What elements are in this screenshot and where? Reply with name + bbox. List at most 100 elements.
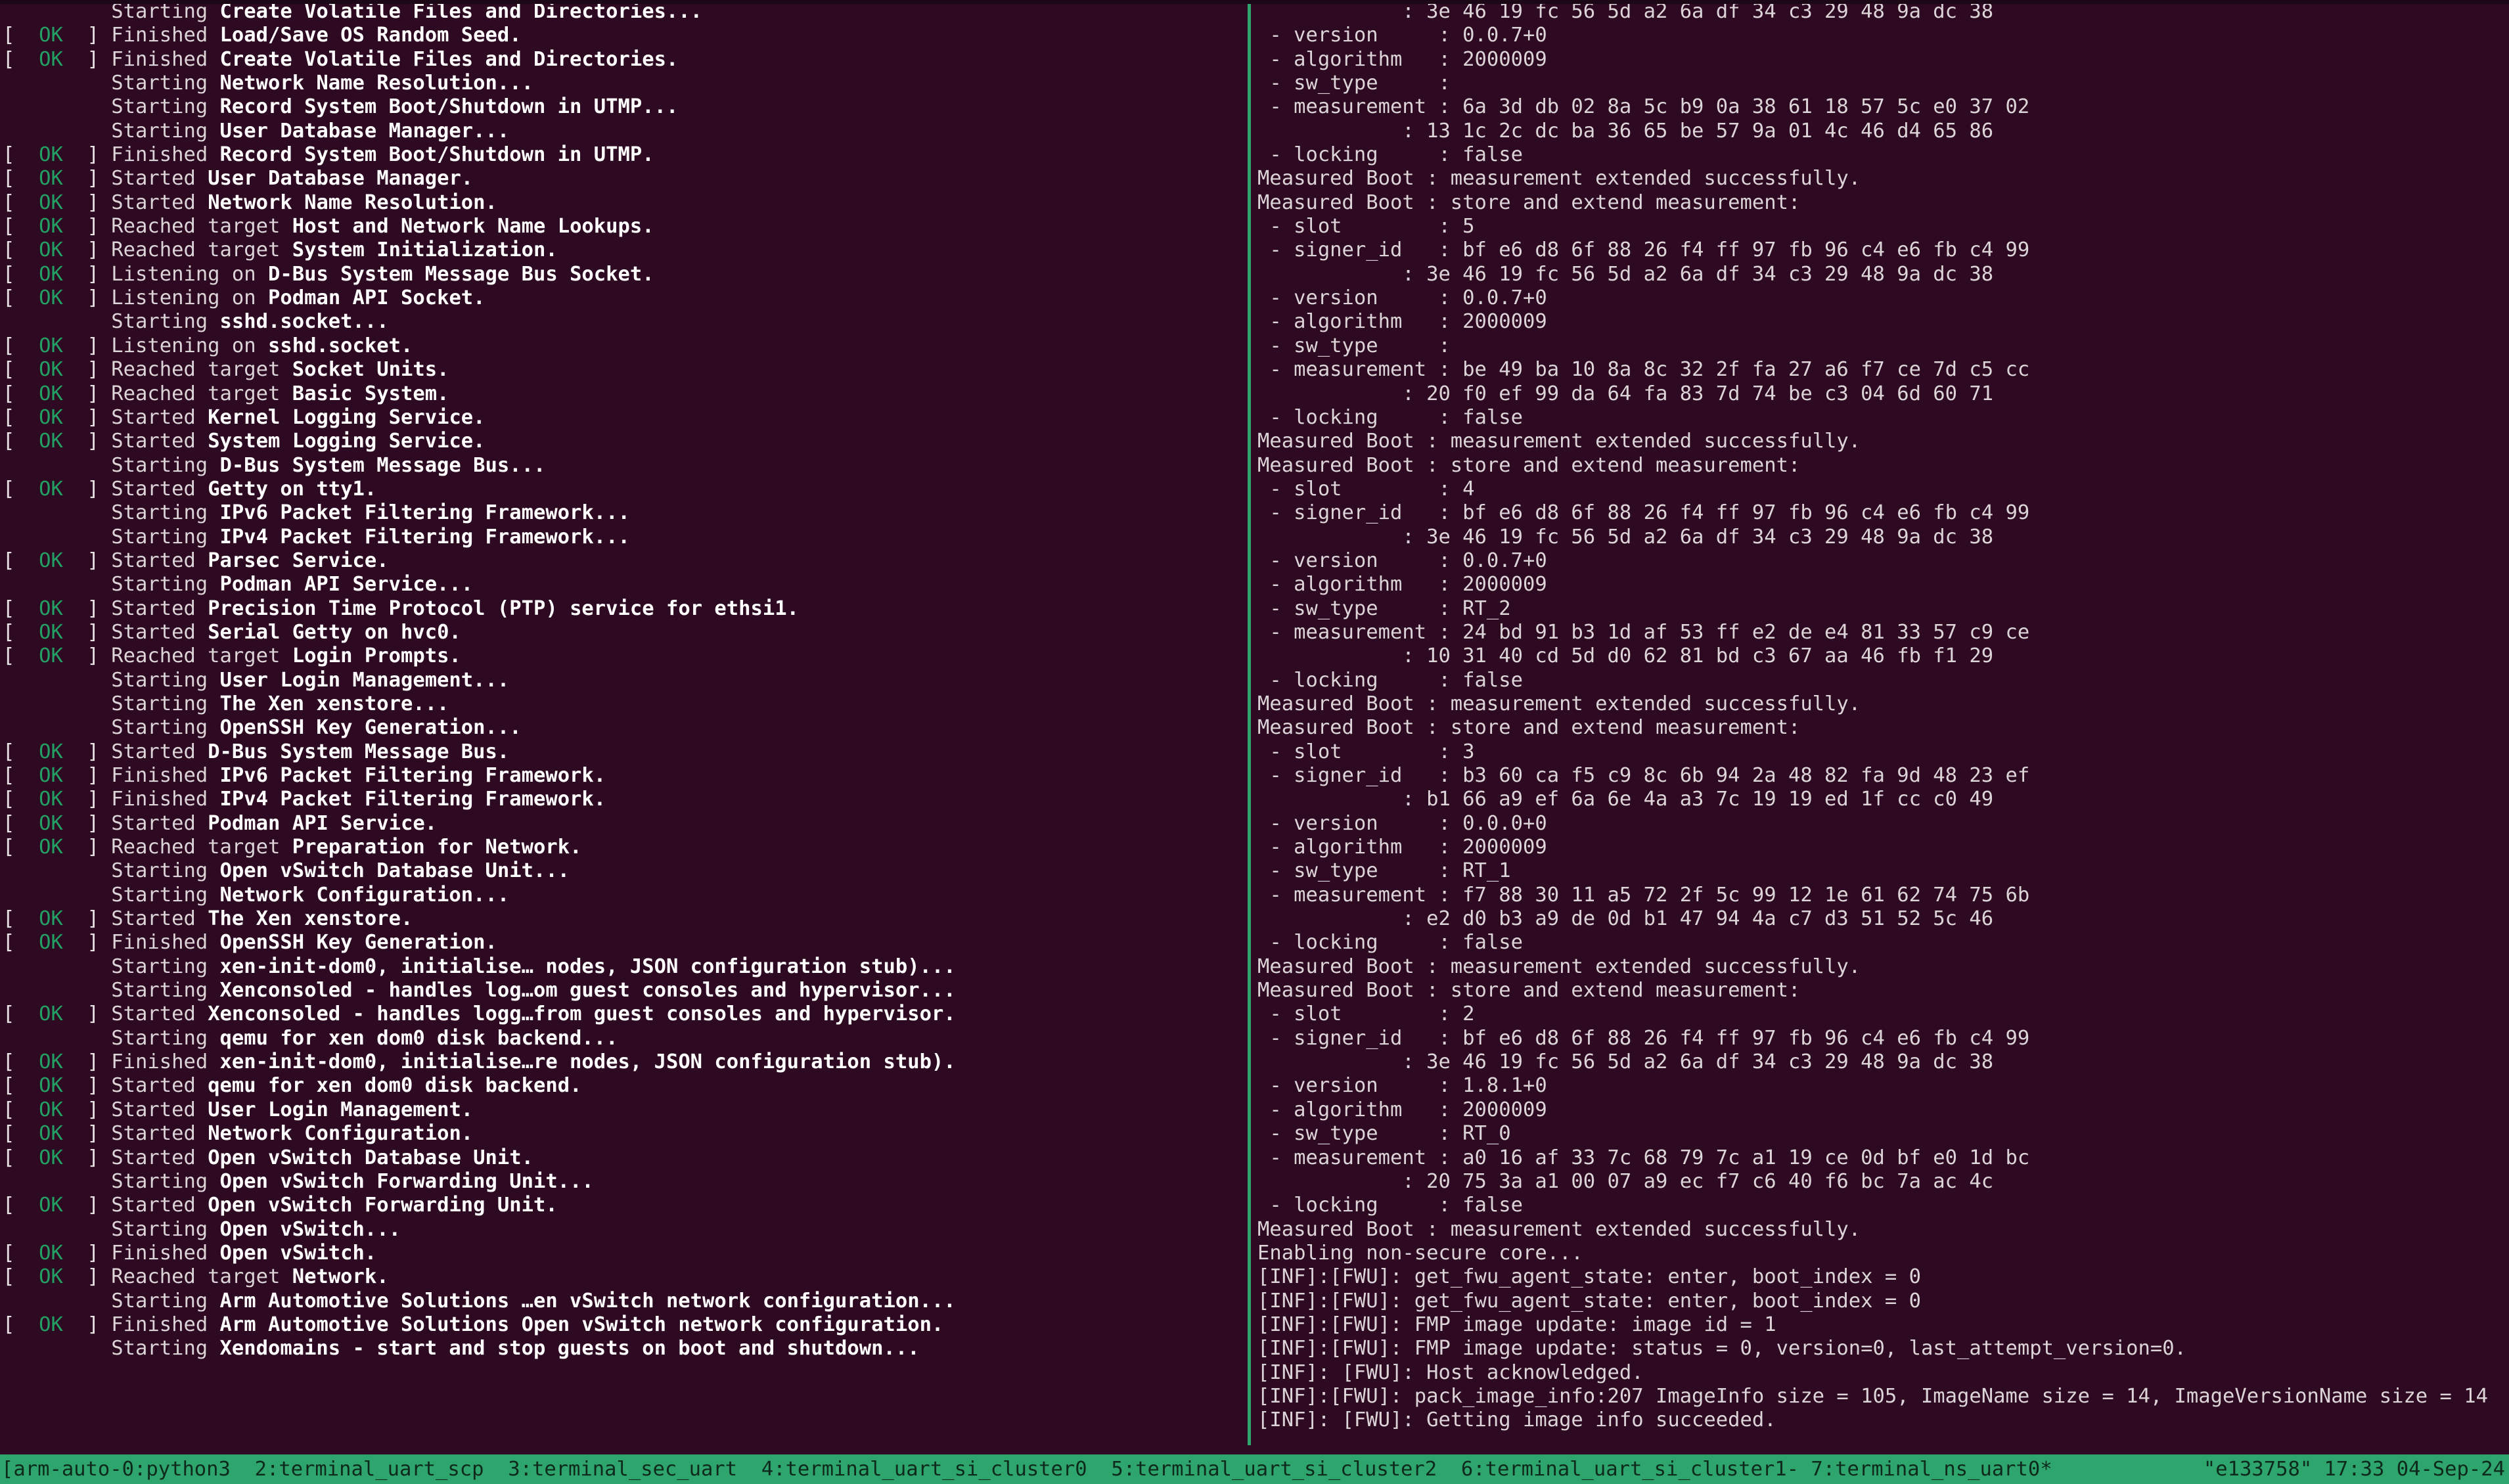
boot-log-unit: Xenconsoled - handles logg…from guest co… bbox=[208, 1002, 956, 1026]
boot-log-line: Starting Network Name Resolution... bbox=[3, 72, 1248, 95]
boot-log-line: Starting xen-init-dom0, initialise… node… bbox=[3, 955, 1248, 979]
boot-log-line: [ OK ] Started Precision Time Protocol (… bbox=[3, 597, 1248, 621]
boot-log-line: [ OK ] Reached target Host and Network N… bbox=[3, 215, 1248, 238]
boot-log-line: [ OK ] Started D-Bus System Message Bus. bbox=[3, 740, 1248, 764]
status-bracket-open: [ bbox=[3, 358, 39, 382]
status-bracket-open: [ bbox=[3, 382, 39, 405]
boot-log-line: [ OK ] Finished Arm Automotive Solutions… bbox=[3, 1313, 1248, 1337]
boot-log-line: [ OK ] Finished Record System Boot/Shutd… bbox=[3, 143, 1248, 167]
status-badge-ok: OK bbox=[39, 1241, 63, 1265]
boot-log-line: Starting Xendomains - start and stop gue… bbox=[3, 1337, 1248, 1360]
boot-log-line: [ OK ] Started qemu for xen dom0 disk ba… bbox=[3, 1074, 1248, 1098]
status-bracket-close: ] bbox=[62, 405, 112, 429]
boot-log-line: [ OK ] Started Kernel Logging Service. bbox=[3, 406, 1248, 430]
status-bracket-open: [ bbox=[3, 764, 39, 787]
tmux-status-bar[interactable]: [arm-auto-0:python3 2:terminal_uart_scp … bbox=[0, 1454, 2509, 1484]
boot-log-verb: Finished bbox=[111, 47, 220, 71]
measured-boot-log-line: : b1 66 a9 ef 6a 6e 4a a3 7c 19 19 ed 1f… bbox=[1257, 788, 1994, 811]
measured-boot-log-line: Measured Boot : measurement extended suc… bbox=[1257, 955, 1861, 978]
boot-log-verb: Started bbox=[111, 1146, 208, 1169]
status-bracket-close: ] bbox=[62, 1241, 112, 1265]
measured-boot-log-line: - version : 0.0.7+0 bbox=[1257, 286, 1547, 310]
status-bracket-close: ] bbox=[62, 47, 112, 71]
status-bracket-open: [ bbox=[3, 191, 39, 214]
status-badge-ok: OK bbox=[39, 596, 63, 620]
status-bracket-close: ] bbox=[62, 811, 112, 835]
boot-log-verb: Starting bbox=[3, 72, 220, 95]
boot-log-unit: qemu for xen dom0 disk backend. bbox=[208, 1074, 582, 1098]
measured-boot-log-line: Measured Boot : measurement extended suc… bbox=[1257, 1217, 1861, 1241]
status-bracket-close: ] bbox=[62, 836, 112, 859]
boot-log-unit: User Database Manager. bbox=[208, 167, 474, 191]
boot-log-verb: Started bbox=[111, 1002, 208, 1026]
boot-log-verb: Starting bbox=[3, 501, 220, 525]
boot-log-verb: Starting bbox=[3, 525, 220, 549]
boot-log-verb: Starting bbox=[3, 859, 220, 883]
measured-boot-log-line: - slot : 4 bbox=[1257, 477, 1475, 501]
boot-log-unit: OpenSSH Key Generation... bbox=[219, 716, 522, 740]
boot-log-verb: Finished bbox=[111, 764, 220, 787]
boot-log-line: [ OK ] Finished IPv6 Packet Filtering Fr… bbox=[3, 764, 1248, 788]
boot-log-line: Starting Open vSwitch Database Unit... bbox=[3, 859, 1248, 883]
status-badge-ok: OK bbox=[39, 215, 63, 238]
measured-boot-log-line: Measured Boot : measurement extended suc… bbox=[1257, 692, 1861, 715]
status-bracket-close: ] bbox=[62, 1074, 112, 1098]
status-bracket-open: [ bbox=[3, 47, 39, 71]
boot-log-verb: Starting bbox=[3, 716, 220, 740]
status-badge-ok: OK bbox=[39, 405, 63, 429]
measured-boot-log-line: [INF]:[FWU]: FMP image update: status = … bbox=[1257, 1337, 2186, 1360]
boot-log-unit: Create Volatile Files and Directories. bbox=[219, 47, 679, 71]
boot-log-verb: Finished bbox=[111, 1241, 220, 1265]
boot-log-line: Starting Arm Automotive Solutions …en vS… bbox=[3, 1290, 1248, 1313]
tmux-window-list[interactable]: [arm-auto-0:python3 2:terminal_uart_scp … bbox=[1, 1454, 2052, 1484]
boot-log-verb: Finished bbox=[111, 931, 220, 955]
measured-boot-log-line: - algorithm : 2000009 bbox=[1257, 573, 1547, 596]
pane-systemd-boot-log[interactable]: Starting Create Volatile Files and Direc… bbox=[0, 0, 1248, 1445]
boot-log-unit: Open vSwitch Database Unit... bbox=[219, 859, 570, 883]
boot-log-unit: sshd.socket. bbox=[268, 334, 413, 357]
boot-log-unit: Login Prompts. bbox=[292, 644, 461, 668]
status-bracket-close: ] bbox=[62, 1265, 112, 1289]
measured-boot-log-line: [INF]:[FWU]: pack_image_info:207 ImageIn… bbox=[1257, 1384, 2488, 1408]
measured-boot-log-line: - algorithm : 2000009 bbox=[1257, 1098, 1547, 1121]
status-badge-ok: OK bbox=[39, 740, 63, 763]
boot-log-unit: The Xen xenstore... bbox=[219, 692, 449, 715]
status-bracket-close: ] bbox=[62, 1313, 112, 1336]
boot-log-unit: OpenSSH Key Generation. bbox=[219, 931, 497, 955]
measured-boot-log-line: - algorithm : 2000009 bbox=[1257, 47, 1547, 71]
boot-log-unit: D-Bus System Message Bus. bbox=[208, 740, 510, 763]
boot-log-unit: xen-init-dom0, initialise…re nodes, JSON… bbox=[219, 1050, 956, 1074]
status-bracket-close: ] bbox=[62, 740, 112, 763]
boot-log-verb: Starting bbox=[3, 883, 220, 907]
status-bracket-open: [ bbox=[3, 907, 39, 931]
status-bracket-open: [ bbox=[3, 334, 39, 357]
boot-log-verb: Started bbox=[111, 167, 208, 191]
status-badge-ok: OK bbox=[39, 788, 63, 811]
pane-measured-boot-log[interactable]: : 3e 46 19 fc 56 5d a2 6a df 34 c3 29 48… bbox=[1251, 0, 2509, 1445]
boot-log-verb: Reached target bbox=[111, 215, 292, 238]
boot-log-unit: Load/Save OS Random Seed. bbox=[219, 24, 522, 47]
boot-log-line: Starting Network Configuration... bbox=[3, 884, 1248, 907]
boot-log-verb: Listening on bbox=[111, 286, 268, 310]
measured-boot-log-line: - slot : 2 bbox=[1257, 1002, 1475, 1026]
measured-boot-log-line: - version : 1.8.1+0 bbox=[1257, 1074, 1547, 1098]
measured-boot-log-line: Measured Boot : measurement extended suc… bbox=[1257, 167, 1861, 191]
boot-log-unit: Precision Time Protocol (PTP) service fo… bbox=[208, 596, 799, 620]
status-bracket-open: [ bbox=[3, 477, 39, 501]
boot-log-verb: Starting bbox=[3, 1169, 220, 1193]
status-bracket-close: ] bbox=[62, 382, 112, 405]
boot-log-line: [ OK ] Reached target Login Prompts. bbox=[3, 644, 1248, 668]
boot-log-verb: Starting bbox=[3, 1289, 220, 1313]
status-badge-ok: OK bbox=[39, 1122, 63, 1146]
boot-log-verb: Starting bbox=[3, 119, 220, 143]
measured-boot-log-line: - measurement : a0 16 af 33 7c 68 79 7c … bbox=[1257, 1146, 2030, 1169]
measured-boot-log-line: Measured Boot : store and extend measure… bbox=[1257, 979, 1801, 1002]
boot-log-line: Starting IPv4 Packet Filtering Framework… bbox=[3, 526, 1248, 549]
status-bracket-close: ] bbox=[62, 262, 112, 286]
status-bracket-open: [ bbox=[3, 24, 39, 47]
boot-log-verb: Started bbox=[111, 811, 208, 835]
boot-log-line: [ OK ] Started Xenconsoled - handles log… bbox=[3, 1002, 1248, 1026]
boot-log-line: [ OK ] Started The Xen xenstore. bbox=[3, 907, 1248, 931]
boot-log-line: [ OK ] Finished Open vSwitch. bbox=[3, 1242, 1248, 1265]
boot-log-verb: Reached target bbox=[111, 644, 292, 668]
